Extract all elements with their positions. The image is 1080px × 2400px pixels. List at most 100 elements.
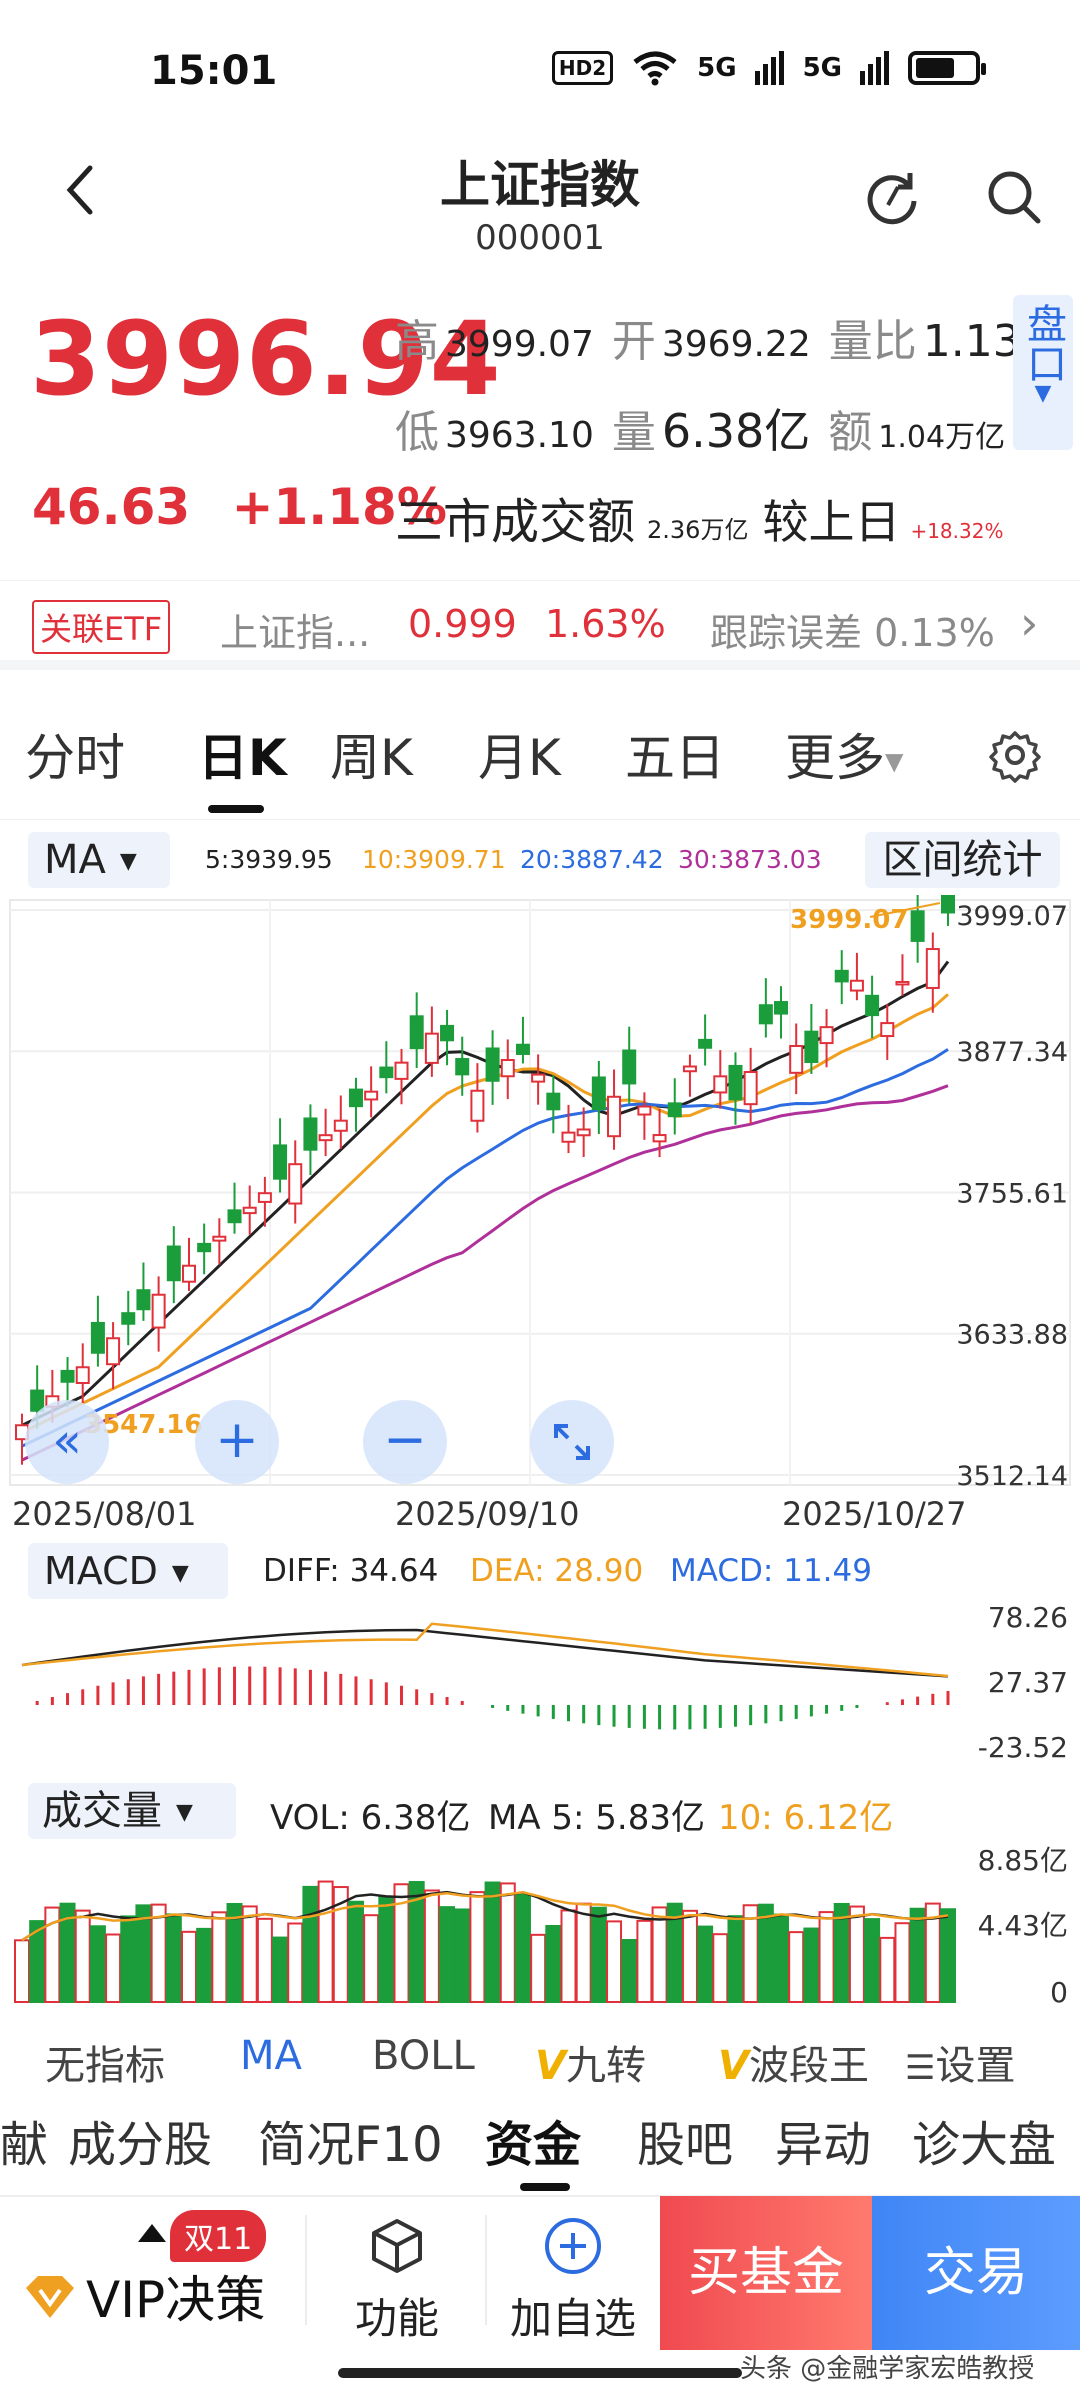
zoom-in-button[interactable]: + (195, 1400, 279, 1484)
vip-decision-button[interactable]: VIP决策 (22, 2260, 265, 2332)
etf-tag: 关联ETF (32, 600, 171, 654)
subtab-constituents[interactable]: 成分股 (68, 2105, 212, 2175)
indicator-tab-boduan[interactable]: V波段王 (718, 2033, 869, 2091)
indicator-tab-none[interactable]: 无指标 (45, 2033, 165, 2091)
kline-candle (166, 1245, 181, 1282)
kline-candle (75, 1366, 90, 1385)
macd-y-tick: 27.37 (988, 1666, 1068, 1699)
tab-intraday[interactable]: 分时 (25, 718, 125, 790)
kline-candle (819, 1026, 834, 1045)
volume-bar (439, 1906, 456, 2003)
volume-label: 量 (611, 407, 656, 458)
function-button[interactable]: 功能 (322, 2215, 472, 2346)
signal-5g-icon: 5G (697, 53, 737, 83)
macd-y-tick: 78.26 (988, 1605, 1068, 1634)
tab-more-label: 更多 (785, 729, 885, 787)
macd-selector-label: MACD (44, 1549, 158, 1593)
volume-selector[interactable]: 成交量 ▼ (28, 1783, 236, 1839)
ma30-line (21, 1084, 949, 1462)
macd-lines (21, 1622, 949, 1678)
volume-bar (287, 1922, 304, 2003)
kline-high-marker: 3999.07 (790, 905, 908, 935)
indicator-tab-boduan-label: 波段王 (748, 2043, 869, 2089)
subtab-profile-f10[interactable]: 简况F10 (258, 2105, 443, 2175)
range-stats-button[interactable]: 区间统计 (865, 832, 1060, 888)
market-turnover-value: 2.36万亿 (647, 516, 749, 544)
indicator-settings[interactable]: ☰设置 (905, 2033, 1015, 2091)
triangle-down-icon: ▼ (176, 1800, 193, 1825)
subtab-capital[interactable]: 资金 (485, 2105, 581, 2175)
subtab-movements[interactable]: 异动 (775, 2105, 871, 2175)
tab-monthly-k[interactable]: 月K (478, 718, 561, 790)
indicator-tab-jiuzhuan[interactable]: V九转 (535, 2033, 646, 2091)
buy-fund-button[interactable]: 买基金 (660, 2196, 872, 2350)
scroll-left-button[interactable]: « (25, 1400, 109, 1484)
order-book-button[interactable]: 盘口 ▼ (1013, 295, 1073, 450)
tab-more[interactable]: 更多▼ (785, 718, 903, 790)
tab-active-indicator (208, 805, 264, 813)
kline-candle (637, 1105, 652, 1116)
kline-candle (941, 895, 955, 914)
kline-candle (789, 1044, 804, 1074)
minus-icon: − (383, 1410, 427, 1470)
kline-candle (622, 1049, 637, 1085)
trade-button[interactable]: 交易 (872, 2196, 1080, 2350)
indicator-tab-boll[interactable]: BOLL (372, 2033, 475, 2079)
chart-settings-button[interactable] (985, 725, 1045, 785)
indicator-tab-ma[interactable]: MA (240, 2033, 302, 2079)
subtab-contribution[interactable]: 献 (0, 2105, 48, 2175)
signal-bars-icon-2 (860, 51, 889, 85)
tab-five-day[interactable]: 五日 (625, 718, 725, 790)
volume-bar (606, 1920, 623, 2003)
kline-y-tick: 3999.07 (956, 901, 1068, 932)
divider (305, 2215, 307, 2325)
kline-candle (318, 1134, 333, 1142)
ma20-legend: 20:3887.42 (520, 845, 664, 874)
kline-candle (667, 1102, 682, 1118)
ma-selector[interactable]: MA ▼ (28, 832, 170, 888)
wifi-icon (633, 51, 677, 86)
volume-bar (636, 1919, 653, 2003)
volume-bars (14, 1880, 956, 2004)
kline-candle (515, 1043, 530, 1055)
kline-candle (849, 979, 864, 992)
macd-chart[interactable]: 78.26 27.37 -23.52 (0, 1605, 1080, 1775)
volume-bar (803, 1927, 820, 2003)
status-icons: HD2 5G 5G (551, 50, 986, 86)
volume-bar (423, 1889, 440, 2003)
kline-candle (181, 1264, 196, 1283)
kline-candle (531, 1073, 546, 1083)
volume-bar (105, 1933, 122, 2003)
volume-bar (74, 1909, 91, 2003)
tab-daily-k[interactable]: 日K (198, 718, 287, 790)
kline-candle (865, 994, 880, 1017)
refresh-button[interactable] (860, 165, 924, 229)
quote-row-1: 高 3999.07 开 3969.22 量比 1.13 (395, 305, 1021, 369)
kline-candle (576, 1128, 591, 1137)
ma20-line (21, 1048, 949, 1448)
add-watchlist-button[interactable]: 加自选 (498, 2215, 648, 2346)
volume-chart[interactable]: 8.85亿 4.43亿 0 (0, 1840, 1080, 2010)
search-button[interactable] (982, 165, 1046, 229)
volume-bar (89, 1925, 106, 2003)
subtab-diagnose[interactable]: 诊大盘 (912, 2105, 1056, 2175)
kline-candle (106, 1337, 121, 1366)
kline-candle (895, 980, 910, 986)
subtab-forum[interactable]: 股吧 (637, 2105, 733, 2175)
volume-y-tick: 0 (1050, 1976, 1068, 2009)
fullscreen-button[interactable] (530, 1400, 614, 1484)
zoom-out-button[interactable]: − (363, 1400, 447, 1484)
volume-bar (196, 1927, 213, 2003)
volume-bar (757, 1903, 774, 2003)
kline-candle (394, 1061, 409, 1080)
tab-weekly-k[interactable]: 周K (330, 718, 413, 790)
kline-candle (713, 1075, 728, 1094)
quote-row-2: 低 3963.10 量 6.38亿 额 1.04万亿 (395, 395, 1005, 461)
volume-bar (256, 1917, 273, 2003)
macd-dea-legend: DEA: 28.90 (470, 1553, 644, 1589)
macd-selector[interactable]: MACD ▼ (28, 1543, 228, 1599)
low-label: 低 (395, 407, 439, 458)
volume-bar (302, 1885, 319, 2004)
kline-candle (242, 1206, 257, 1215)
kline-chart[interactable]: 3999.07 3877.34 3755.61 3633.88 3512.14 3999… (0, 895, 1080, 1495)
